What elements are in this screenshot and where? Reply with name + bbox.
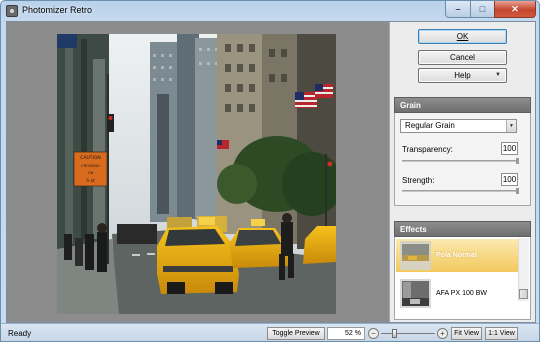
grain-type-select[interactable]: Regular Grain ▼ — [400, 119, 517, 133]
close-button[interactable]: ✕ — [494, 1, 536, 18]
client-area: CAUTION CROSSING ON 5 st OK Cancel Help … — [6, 21, 536, 323]
sign-line-4: 5 st — [86, 178, 95, 184]
app-window: Photomizer Retro – □ ✕ CAUTION CROSSING … — [0, 0, 540, 342]
fit-view-button[interactable]: Fit View — [451, 327, 482, 340]
grain-group-header: Grain — [394, 97, 531, 113]
effect-label-afa-px-100-bw: AFA PX 100 BW — [436, 290, 487, 297]
effects-list: Pola Normal AFA PX 100 BW — [394, 237, 531, 320]
chevron-down-icon[interactable]: ▼ — [506, 120, 516, 132]
maximize-button[interactable]: □ — [470, 1, 494, 18]
caution-sign-text: CAUTION — [80, 155, 101, 161]
effects-scrollbar-thumb[interactable] — [519, 289, 528, 299]
effects-group-header: Effects — [394, 221, 531, 237]
strength-input[interactable]: 100 — [501, 173, 518, 186]
minimize-button[interactable]: – — [445, 1, 470, 18]
title-bar[interactable]: Photomizer Retro – □ ✕ — [1, 1, 539, 21]
strength-slider-thumb[interactable] — [516, 188, 519, 194]
zoom-level-field[interactable]: 52 % — [327, 327, 365, 340]
preview-area[interactable]: CAUTION CROSSING ON 5 st — [7, 22, 387, 322]
preview-photo: CAUTION CROSSING ON 5 st — [57, 34, 336, 314]
sign-line-3: ON — [88, 171, 94, 175]
chevron-down-icon: ▼ — [495, 72, 501, 78]
cancel-button-label: Cancel — [450, 53, 475, 62]
ok-button[interactable]: OK — [418, 29, 507, 44]
zoom-in-icon[interactable]: + — [437, 328, 448, 339]
ok-button-label: OK — [456, 32, 469, 41]
app-icon[interactable] — [6, 5, 18, 17]
help-button[interactable]: Help ▼ — [418, 68, 507, 83]
zoom-slider[interactable] — [381, 333, 435, 334]
strength-label: Strength: — [402, 176, 435, 185]
strength-slider[interactable] — [402, 188, 519, 194]
one-to-one-view-button[interactable]: 1:1 View — [485, 327, 518, 340]
transparency-label: Transparency: — [402, 145, 453, 154]
effect-label-pola-normal: Pola Normal — [436, 252, 477, 259]
status-text: Ready — [8, 329, 32, 338]
transparency-slider[interactable] — [402, 158, 519, 164]
effect-item-pola-normal[interactable]: Pola Normal — [396, 239, 518, 272]
transparency-input[interactable]: 100 — [501, 142, 518, 155]
crossing-sign-text: CROSSING — [81, 164, 100, 168]
transparency-slider-thumb[interactable] — [516, 158, 519, 164]
window-title: Photomizer Retro — [22, 5, 93, 15]
effect-item-afa-px-100-bw[interactable]: AFA PX 100 BW — [396, 277, 518, 310]
grain-type-value: Regular Grain — [405, 121, 455, 130]
zoom-out-icon[interactable]: − — [368, 328, 379, 339]
toggle-preview-button[interactable]: Toggle Preview — [267, 327, 325, 340]
effect-thumbnail — [400, 279, 431, 308]
cancel-button[interactable]: Cancel — [418, 50, 507, 65]
effect-thumbnail — [400, 241, 431, 270]
status-bar: Ready Toggle Preview 52 % − + Fit View 1… — [1, 323, 539, 341]
help-button-label: Help — [454, 71, 471, 80]
controls-panel: OK Cancel Help ▼ Grain Regular Grain ▼ T… — [389, 22, 535, 322]
caption-buttons: – □ ✕ — [445, 1, 536, 18]
zoom-slider-thumb[interactable] — [392, 329, 397, 338]
